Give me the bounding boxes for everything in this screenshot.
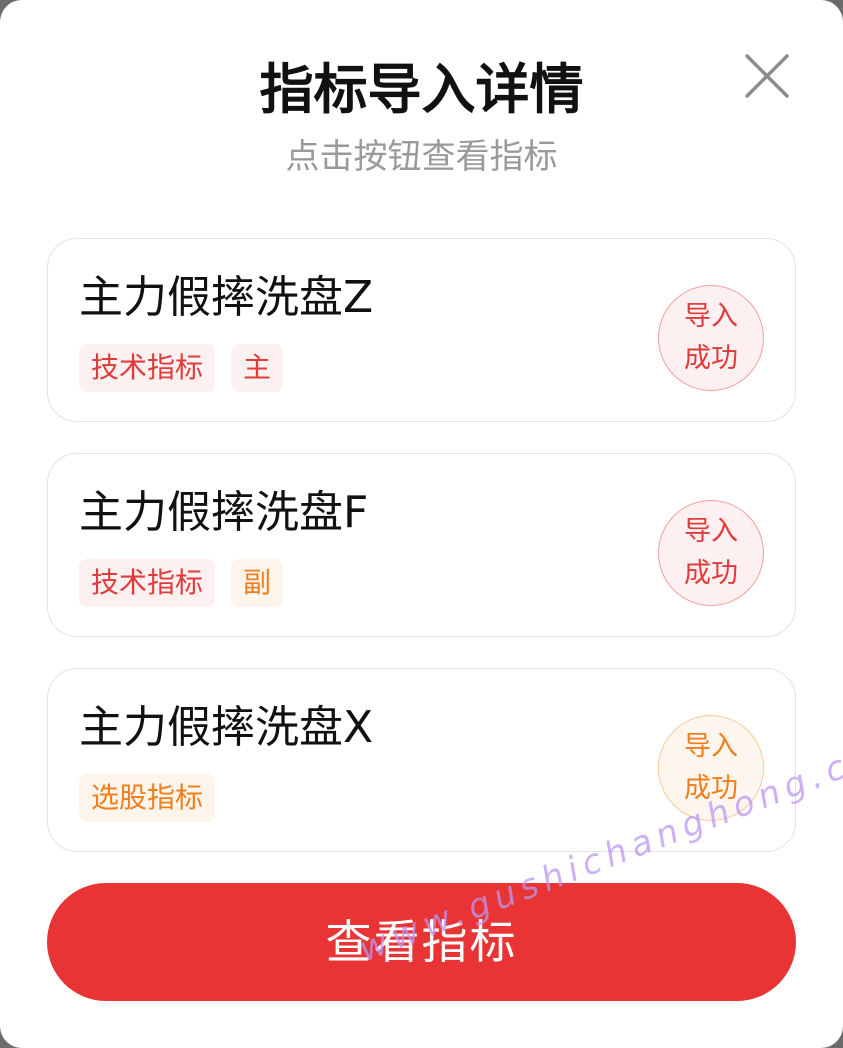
indicator-name: 主力假摔洗盘X: [79, 702, 374, 753]
indicator-tags: 选股指标: [79, 774, 231, 822]
import-details-dialog: 指标导入详情 点击按钮查看指标 主力假摔洗盘Z 技术指标 主 导入 成功 主力假…: [0, 0, 843, 1048]
dialog-title: 指标导入详情: [259, 58, 584, 121]
indicator-card: 主力假摔洗盘F 技术指标 副 导入 成功: [47, 453, 796, 637]
status-line1: 导入: [684, 731, 738, 762]
indicator-tags: 技术指标 副: [79, 559, 299, 607]
indicator-name: 主力假摔洗盘Z: [79, 272, 374, 323]
tag-role: 副: [231, 559, 284, 607]
dialog-subtitle: 点击按钮查看指标: [285, 137, 558, 177]
tag-role: 主: [231, 344, 284, 392]
import-success-badge: 导入 成功: [658, 285, 764, 391]
status-line2: 成功: [684, 343, 738, 374]
tag-type: 技术指标: [79, 559, 216, 607]
status-line1: 导入: [684, 516, 738, 547]
status-line2: 成功: [684, 558, 738, 589]
indicator-card: 主力假摔洗盘Z 技术指标 主 导入 成功: [47, 238, 796, 422]
indicator-tags: 技术指标 主: [79, 344, 299, 392]
tag-type: 选股指标: [79, 774, 216, 822]
import-success-badge: 导入 成功: [658, 500, 764, 606]
tag-type: 技术指标: [79, 344, 216, 392]
close-icon[interactable]: [741, 50, 793, 102]
status-line1: 导入: [684, 301, 738, 332]
indicator-name: 主力假摔洗盘F: [79, 487, 369, 538]
